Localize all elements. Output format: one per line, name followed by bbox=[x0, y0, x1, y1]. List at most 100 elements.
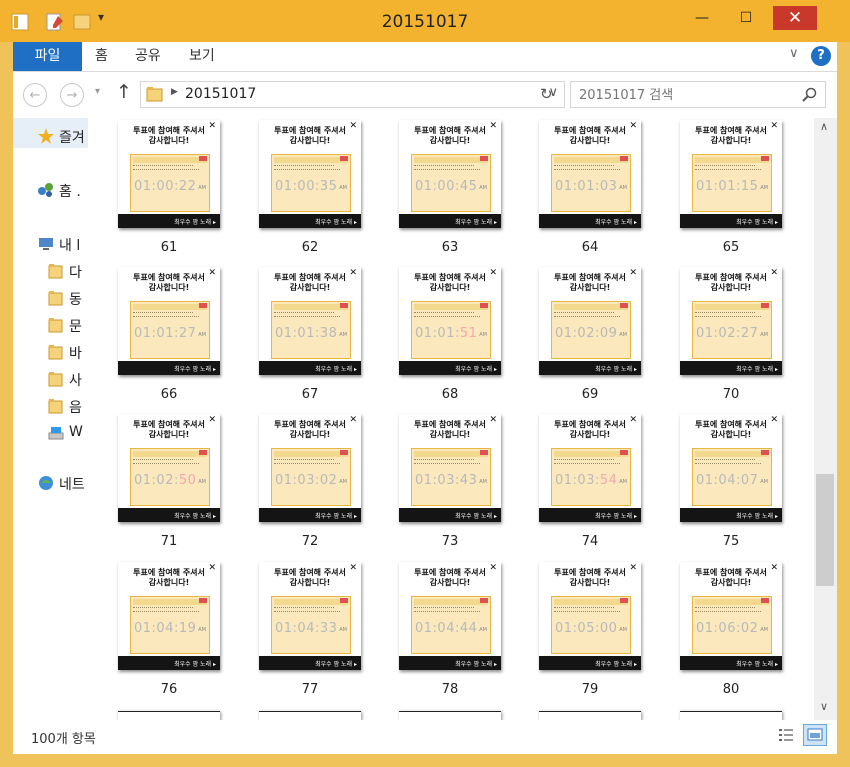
recent-locations-icon[interactable]: ▾ bbox=[95, 86, 100, 97]
refresh-icon: ↻ bbox=[540, 85, 553, 103]
file-thumbnail-partial[interactable] bbox=[680, 711, 782, 720]
scroll-thumb[interactable] bbox=[816, 474, 834, 586]
search-icon[interactable] bbox=[802, 87, 817, 102]
file-item[interactable]: ✕ 투표에 참여해 주셔서 감사합니다! 01:03:54 AM 최우수 팜 노래 ▸ 74 bbox=[539, 414, 641, 554]
message-line: 투표에 참여해 주셔서 bbox=[695, 568, 767, 577]
sidebar-item-label: 다 bbox=[69, 265, 82, 281]
forward-button[interactable]: → bbox=[60, 83, 84, 107]
file-item[interactable]: ✕ 투표에 참여해 주셔서 감사합니다! 01:04:33 AM 최우수 팜 노래 ▸ 77 bbox=[259, 562, 361, 702]
homegroup-icon bbox=[38, 183, 53, 197]
file-name: 73 bbox=[441, 534, 459, 549]
thumbnail-panel: 01:01:03 AM bbox=[551, 154, 631, 212]
sidebar-item[interactable]: 문 bbox=[13, 315, 88, 337]
file-item[interactable]: ✕ 투표에 참여해 주셔서 감사합니다! 01:02:09 AM 최우수 팜 노래 ▸ 69 bbox=[539, 267, 641, 407]
thumbnail-message: 투표에 참여해 주셔서 감사합니다! bbox=[118, 568, 220, 588]
message-line: 투표에 참여해 주셔서 bbox=[274, 420, 346, 429]
file-item[interactable]: ✕ 투표에 참여해 주셔서 감사합니다! 01:02:50 AM 최우수 팜 노래 ▸ 71 bbox=[118, 414, 220, 554]
thumbnail-message: 투표에 참여해 주셔서 감사합니다! bbox=[539, 420, 641, 440]
file-item[interactable]: ✕ 투표에 참여해 주셔서 감사합니다! 01:05:00 AM 최우수 팜 노래 ▸ 79 bbox=[539, 562, 641, 702]
file-item[interactable]: ✕ 투표에 참여해 주셔서 감사합니다! 01:04:19 AM 최우수 팜 노래 ▸ 76 bbox=[118, 562, 220, 702]
close-button[interactable]: ✕ bbox=[773, 6, 817, 30]
maximize-button[interactable]: ☐ bbox=[730, 6, 762, 30]
sidebar-item[interactable]: 홈 . bbox=[13, 180, 88, 202]
thumbnail-panel: 01:01:15 AM bbox=[692, 154, 772, 212]
file-item[interactable]: ✕ 투표에 참여해 주셔서 감사합니다! 01:01:15 AM 최우수 팜 노래 ▸ 65 bbox=[680, 120, 782, 260]
file-item[interactable]: ✕ 투표에 참여해 주셔서 감사합니다! 01:04:44 AM 최우수 팜 노래 ▸ 78 bbox=[399, 562, 501, 702]
file-thumbnail-partial[interactable] bbox=[539, 711, 641, 720]
sidebar-item[interactable]: 사 bbox=[13, 369, 88, 391]
tab-file[interactable]: 파일 bbox=[13, 42, 82, 71]
message-line: 감사합니다! bbox=[429, 136, 471, 145]
sidebar-item[interactable]: 다 bbox=[13, 261, 88, 283]
file-item[interactable]: ✕ 투표에 참여해 주셔서 감사합니다! 01:00:35 AM 최우수 팜 노래 ▸ 62 bbox=[259, 120, 361, 260]
am-label: AM bbox=[198, 185, 206, 191]
tab-home[interactable]: 홈 bbox=[95, 42, 108, 71]
file-thumbnail-partial[interactable] bbox=[118, 711, 220, 720]
tab-view[interactable]: 보기 bbox=[189, 42, 215, 71]
file-thumbnail-partial[interactable] bbox=[399, 711, 501, 720]
file-name: 64 bbox=[581, 240, 599, 255]
large-icons-view-button[interactable] bbox=[803, 724, 827, 746]
file-item[interactable]: ✕ 투표에 참여해 주셔서 감사합니다! 01:06:02 AM 최우수 팜 노래 ▸ 80 bbox=[680, 562, 782, 702]
thumbnail-panel: 01:04:19 AM bbox=[130, 596, 210, 654]
file-item[interactable]: ✕ 투표에 참여해 주셔서 감사합니다! 01:02:27 AM 최우수 팜 노래 ▸ 70 bbox=[680, 267, 782, 407]
file-item[interactable]: ✕ 투표에 참여해 주셔서 감사합니다! 01:04:07 AM 최우수 팜 노래 ▸ 75 bbox=[680, 414, 782, 554]
help-icon[interactable]: ? bbox=[811, 46, 831, 66]
file-view: ✕ 투표에 참여해 주셔서 감사합니다! 01:00:22 AM 최우수 팜 노래 ▸ 61… bbox=[88, 118, 814, 720]
details-view-button[interactable] bbox=[777, 726, 797, 746]
message-line: 감사합니다! bbox=[148, 430, 190, 439]
tab-share[interactable]: 공유 bbox=[135, 42, 161, 71]
chevron-right-icon[interactable]: ▶ bbox=[171, 87, 178, 97]
sidebar-item[interactable]: 바 bbox=[13, 342, 88, 364]
am-label: AM bbox=[760, 479, 768, 485]
folder-icon bbox=[48, 345, 63, 360]
thumbnail-clock: 01:04:33 bbox=[275, 621, 338, 636]
sidebar-item-label: 홈 . bbox=[59, 184, 81, 200]
refresh-button[interactable]: ↻ bbox=[540, 85, 553, 103]
back-button[interactable]: ← bbox=[23, 83, 47, 107]
maximize-icon: ☐ bbox=[739, 10, 753, 26]
vertical-scrollbar[interactable]: ∧ ∨ bbox=[814, 118, 837, 720]
thumbnail-clock: 01:01:03 bbox=[555, 179, 618, 194]
breadcrumb[interactable]: 20151017 bbox=[185, 86, 256, 102]
sidebar-item[interactable]: 동 bbox=[13, 288, 88, 310]
file-item[interactable]: ✕ 투표에 참여해 주셔서 감사합니다! 01:00:45 AM 최우수 팜 노래 ▸ 63 bbox=[399, 120, 501, 260]
message-line: 감사합니다! bbox=[569, 430, 611, 439]
thumbnail-clock: 01:04:19 bbox=[134, 621, 197, 636]
file-item[interactable]: ✕ 투표에 참여해 주셔서 감사합니다! 01:03:02 AM 최우수 팜 노래 ▸ 72 bbox=[259, 414, 361, 554]
file-item[interactable]: ✕ 투표에 참여해 주셔서 감사합니다! 01:00:22 AM 최우수 팜 노래 ▸ 61 bbox=[118, 120, 220, 260]
address-bar[interactable]: ▶ 20151017 ∨ bbox=[140, 81, 565, 108]
thumbnail-footer: 최우수 팜 노래 ▸ bbox=[595, 219, 637, 226]
file-item[interactable]: ✕ 투표에 참여해 주셔서 감사합니다! 01:01:27 AM 최우수 팜 노래 ▸ 66 bbox=[118, 267, 220, 407]
expand-ribbon-icon[interactable]: ∨ bbox=[789, 46, 799, 61]
minimize-button[interactable]: — bbox=[686, 6, 718, 30]
up-button[interactable]: ↑ bbox=[116, 81, 132, 103]
window-title: 20151017 bbox=[381, 12, 469, 32]
file-thumbnail-partial[interactable] bbox=[259, 711, 361, 720]
sidebar-item[interactable]: W bbox=[13, 423, 88, 445]
thumbnail-footer: 최우수 팜 노래 ▸ bbox=[455, 219, 497, 226]
scroll-down-icon[interactable]: ∨ bbox=[820, 700, 828, 713]
search-box[interactable] bbox=[570, 81, 826, 108]
am-label: AM bbox=[198, 479, 206, 485]
sidebar-item[interactable]: 네트 bbox=[13, 473, 88, 495]
scroll-up-icon[interactable]: ∧ bbox=[820, 120, 828, 133]
search-input[interactable] bbox=[577, 85, 791, 105]
file-item[interactable]: ✕ 투표에 참여해 주셔서 감사합니다! 01:03:43 AM 최우수 팜 노래 ▸ 73 bbox=[399, 414, 501, 554]
thumbnail-message: 투표에 참여해 주셔서 감사합니다! bbox=[680, 126, 782, 146]
thumbnail-clock: 01:00:22 bbox=[134, 179, 197, 194]
thumbnail-message: 투표에 참여해 주셔서 감사합니다! bbox=[118, 273, 220, 293]
sidebar-item[interactable]: 내 l bbox=[13, 234, 88, 256]
sidebar-item[interactable]: 음 bbox=[13, 396, 88, 418]
message-line: 투표에 참여해 주셔서 bbox=[274, 273, 346, 282]
file-name: 63 bbox=[441, 240, 459, 255]
thumbnail-clock: 01:01:15 bbox=[696, 179, 759, 194]
thumbnail-panel: 01:05:00 AM bbox=[551, 596, 631, 654]
file-item[interactable]: ✕ 투표에 참여해 주셔서 감사합니다! 01:01:03 AM 최우수 팜 노래 ▸ 64 bbox=[539, 120, 641, 260]
details-view-icon bbox=[779, 729, 793, 741]
sidebar-item[interactable]: 즐겨 bbox=[13, 126, 88, 148]
file-thumbnail: ✕ 투표에 참여해 주셔서 감사합니다! 01:00:22 AM 최우수 팜 노래 ▸ bbox=[118, 120, 220, 228]
file-item[interactable]: ✕ 투표에 참여해 주셔서 감사합니다! 01:01:38 AM 최우수 팜 노래 ▸ 67 bbox=[259, 267, 361, 407]
file-item[interactable]: ✕ 투표에 참여해 주셔서 감사합니다! 01:01:51 AM 최우수 팜 노래 ▸ 68 bbox=[399, 267, 501, 407]
am-label: AM bbox=[619, 479, 627, 485]
